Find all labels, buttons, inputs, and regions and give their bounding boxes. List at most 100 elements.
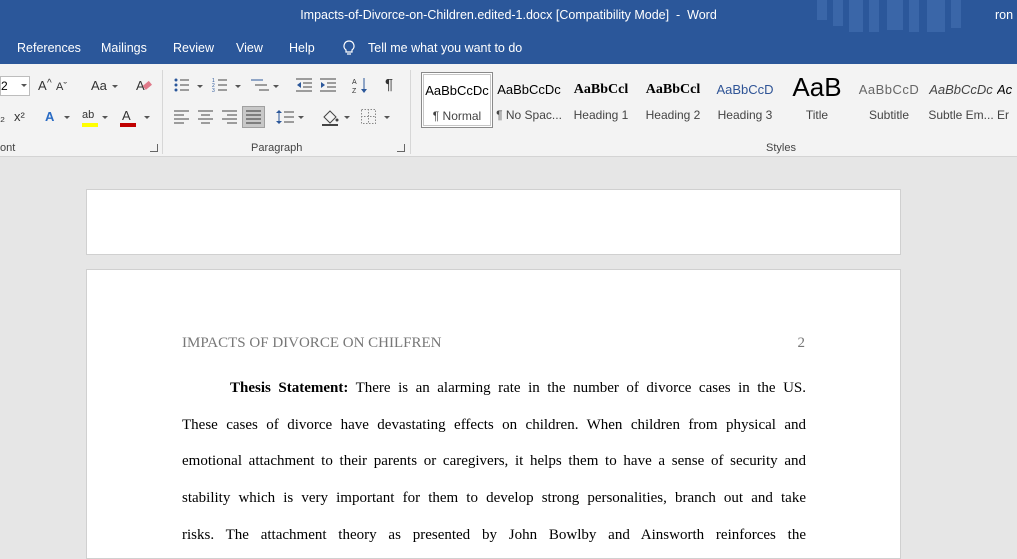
style-heading-3[interactable]: AaBbCcD Heading 3 [709, 72, 781, 128]
styles-gallery: AaBbCcDc ¶ Normal AaBbCcDc ¶ No Spac... … [421, 72, 1017, 132]
style-name: Heading 1 [573, 108, 629, 122]
style-name: ¶ No Spac... [496, 108, 562, 122]
show-formatting-icon[interactable]: ¶ [385, 77, 393, 93]
bullets-icon[interactable] [174, 77, 190, 93]
style-sample: AaBbCcD [716, 82, 774, 97]
tab-view[interactable]: View [236, 41, 263, 55]
style-name: Heading 3 [717, 108, 773, 122]
lightbulb-icon [343, 40, 355, 55]
style-sample: AaBbCcDc [929, 82, 993, 97]
text-line: These cases of divorce have devastating … [182, 416, 806, 433]
numbering-icon[interactable]: 1 2 3 [212, 77, 228, 93]
tab-references[interactable]: References [17, 41, 81, 55]
ribbon: 2 A ^ Aˇ Aa A ₂ x² A ab A ont 1 2 3 A Z … [0, 64, 1017, 157]
style-normal[interactable]: AaBbCcDc ¶ Normal [421, 72, 493, 128]
style-sample: AaBbCcD [858, 82, 920, 97]
paragraph-dialog-launcher[interactable] [397, 144, 405, 152]
highlight-dropdown-icon[interactable] [102, 116, 108, 119]
font-color-bar [120, 123, 136, 127]
style-emphasis[interactable]: Ac Er [997, 72, 1017, 128]
style-name: Subtitle [868, 108, 910, 122]
font-dialog-launcher[interactable] [150, 144, 158, 152]
style-subtle-emphasis[interactable]: AaBbCcDc Subtle Em... [925, 72, 997, 128]
style-name: Heading 2 [645, 108, 701, 122]
multilevel-list-icon[interactable] [251, 77, 269, 93]
page-number: 2 [797, 335, 806, 351]
window-title: Impacts-of-Divorce-on-Children.edited-1.… [300, 8, 717, 22]
change-case-dropdown-icon[interactable] [112, 85, 118, 88]
text-line: stability which is very important for th… [182, 490, 806, 507]
sort-icon[interactable]: AZ [352, 76, 368, 94]
text-effects-icon[interactable]: A [45, 109, 54, 125]
style-sample: AaBbCcDc [497, 82, 561, 97]
document-body[interactable]: Thesis Statement: There is an alarming r… [182, 370, 806, 553]
running-head: IMPACTS OF DIVORCE ON CHILFREN [182, 335, 442, 351]
style-sample: AaBbCcDc [425, 83, 489, 98]
style-no-spacing[interactable]: AaBbCcDc ¶ No Spac... [493, 72, 565, 128]
tell-me-label: Tell me what you want to do [368, 41, 523, 55]
style-name: Subtle Em... [928, 108, 994, 122]
style-title[interactable]: AaB Title [781, 72, 853, 128]
text-line-content: There is an alarming rate in the number … [355, 380, 807, 396]
text-effects-dropdown-icon[interactable] [64, 116, 70, 119]
separator [162, 70, 163, 154]
line-spacing-icon[interactable] [276, 109, 294, 125]
subscript-icon[interactable]: ₂ [0, 109, 5, 125]
borders-dropdown-icon[interactable] [384, 116, 390, 119]
font-size-value: 2 [1, 79, 8, 93]
tab-help[interactable]: Help [289, 41, 315, 55]
decrease-indent-icon[interactable] [296, 77, 312, 93]
separator [410, 70, 411, 154]
shrink-font-icon[interactable]: Aˇ [56, 79, 67, 95]
styles-group-label: Styles [766, 142, 796, 154]
font-color-dropdown-icon[interactable] [144, 116, 150, 119]
user-name[interactable]: ron [995, 8, 1017, 22]
highlight-color-bar [82, 123, 98, 127]
style-heading-1[interactable]: AaBbCcl Heading 1 [565, 72, 637, 128]
text-line: risks. The attachment theory as presente… [182, 526, 806, 543]
font-size-dropdown-icon[interactable] [21, 84, 27, 87]
tab-mailings[interactable]: Mailings [101, 41, 147, 55]
align-right-icon[interactable] [222, 110, 238, 124]
change-case-icon[interactable]: Aa [91, 78, 107, 94]
svg-text:A: A [352, 79, 357, 86]
style-name: Er [997, 108, 1009, 122]
tell-me-search[interactable]: Tell me what you want to do [342, 40, 522, 56]
superscript-icon[interactable]: x² [14, 109, 25, 125]
title-bar: Impacts-of-Divorce-on-Children.edited-1.… [0, 0, 1017, 32]
shading-icon[interactable] [321, 108, 339, 126]
thesis-label: Thesis Statement: [230, 380, 349, 396]
line-spacing-dropdown-icon[interactable] [298, 116, 304, 119]
font-color-icon[interactable]: A [122, 108, 131, 124]
highlight-icon[interactable]: ab [82, 107, 94, 123]
style-subtitle[interactable]: AaBbCcD Subtitle [853, 72, 925, 128]
ribbon-tabs: References Mailings Review View Help Tel… [0, 32, 1017, 64]
increase-indent-icon[interactable] [320, 77, 336, 93]
style-sample: AaB [792, 72, 842, 102]
bullets-dropdown-icon[interactable] [197, 85, 203, 88]
style-heading-2[interactable]: AaBbCcl Heading 2 [637, 72, 709, 128]
multilevel-dropdown-icon[interactable] [273, 85, 279, 88]
align-left-icon[interactable] [174, 110, 190, 124]
style-sample: AaBbCcl [573, 82, 629, 97]
svg-text:3: 3 [212, 88, 215, 93]
paragraph-group-label: Paragraph [251, 142, 303, 154]
align-center-icon[interactable] [198, 110, 214, 124]
text-line: Thesis Statement: There is an alarming r… [182, 370, 806, 407]
text-line: emotional attachment to their parents or… [182, 453, 806, 470]
document-page[interactable]: IMPACTS OF DIVORCE ON CHILFREN 2 Thesis … [86, 269, 901, 559]
grow-font-icon[interactable]: A [38, 78, 47, 94]
tab-review[interactable]: Review [173, 41, 214, 55]
style-name: ¶ Normal [432, 109, 482, 123]
svg-text:Z: Z [352, 88, 357, 94]
clear-formatting-icon[interactable]: A [136, 77, 152, 93]
style-name: Title [805, 108, 829, 122]
shading-dropdown-icon[interactable] [344, 116, 350, 119]
justify-icon [246, 110, 261, 124]
style-sample: AaBbCcl [645, 82, 701, 97]
document-page-previous[interactable] [86, 189, 901, 255]
justify-button[interactable] [242, 106, 265, 128]
borders-icon[interactable] [361, 109, 376, 124]
style-sample: Ac [997, 82, 1013, 97]
numbering-dropdown-icon[interactable] [235, 85, 241, 88]
